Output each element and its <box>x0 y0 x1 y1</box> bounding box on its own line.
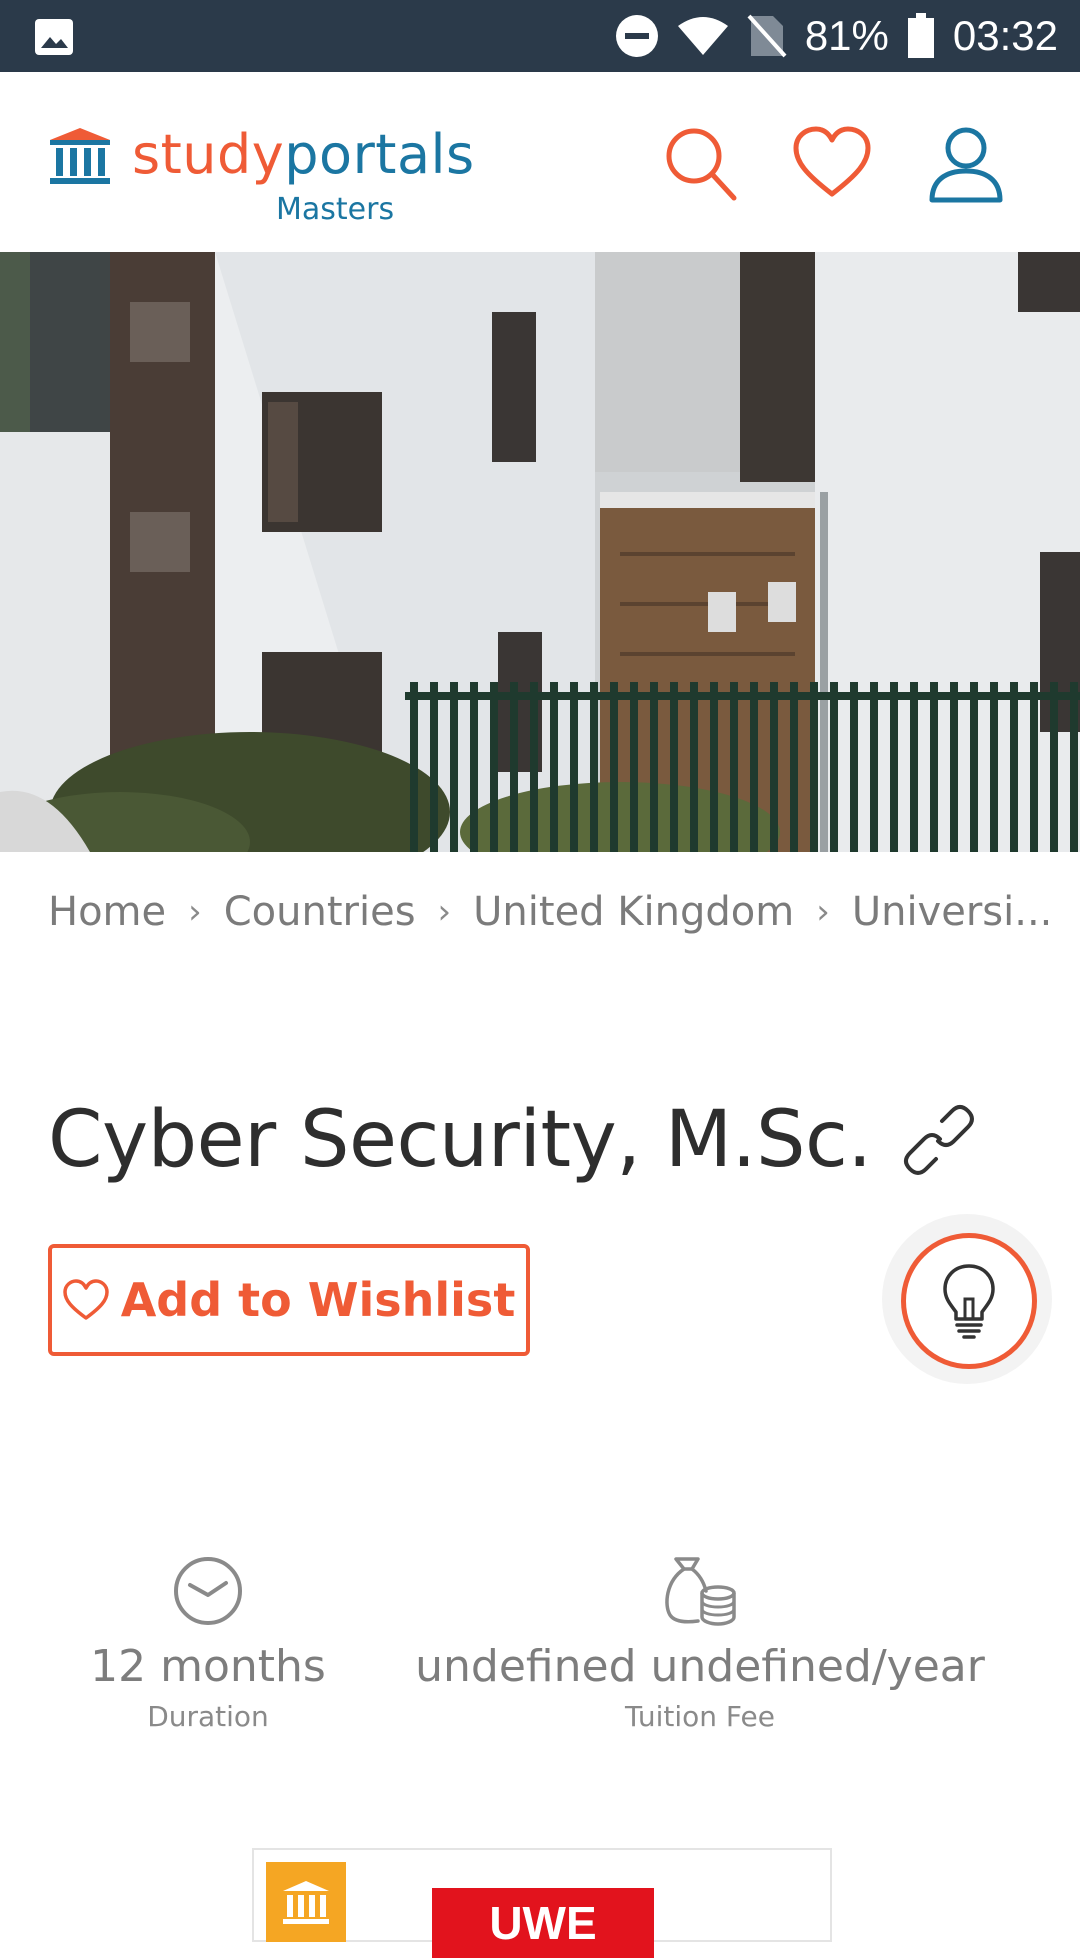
link-icon[interactable] <box>902 1103 976 1177</box>
heart-icon[interactable] <box>792 124 872 204</box>
page-title: Cyber Security, M.Sc. <box>48 1095 872 1185</box>
logo-text-portals: portals <box>284 123 475 186</box>
title-row: Cyber Security, M.Sc. <box>48 1095 976 1185</box>
program-hero-image <box>0 252 1080 852</box>
breadcrumb-university[interactable]: Universi... <box>852 889 1048 935</box>
tuition-fee-label: Tuition Fee <box>625 1700 775 1733</box>
do-not-disturb-icon <box>615 15 658 57</box>
chevron-right-icon: › <box>188 892 202 932</box>
university-card[interactable]: UWE <box>252 1848 832 1958</box>
university-logo: UWE <box>432 1888 654 1958</box>
wishlist-label: Add to Wishlist <box>120 1273 516 1327</box>
heart-outline-icon <box>62 1279 109 1320</box>
tip-button[interactable] <box>882 1214 1052 1384</box>
clock: 03:32 <box>952 12 1058 59</box>
studyportals-logo[interactable]: study portals <box>48 128 475 186</box>
add-to-wishlist-button[interactable]: Add to Wishlist <box>48 1244 530 1356</box>
battery-percentage: 81% <box>804 12 889 59</box>
university-building-icon <box>50 128 110 184</box>
money-bag-icon <box>665 1557 736 1626</box>
no-sim-icon <box>747 14 787 58</box>
tuition-fee-fact: undefined undefined/year Tuition Fee <box>400 1555 1000 1733</box>
duration-label: Duration <box>147 1700 269 1733</box>
battery-icon <box>907 13 934 58</box>
tip-button-inner <box>901 1233 1037 1369</box>
breadcrumb-countries[interactable]: Countries <box>224 889 416 935</box>
breadcrumb-home[interactable]: Home <box>48 889 166 935</box>
breadcrumb: Home › Countries › United Kingdom › Univ… <box>48 882 1048 942</box>
image-notification-icon <box>35 19 73 55</box>
university-building-icon <box>283 1881 329 1924</box>
university-badge <box>266 1862 346 1942</box>
search-icon[interactable] <box>662 124 742 204</box>
app-header: study portals Masters <box>0 72 1080 253</box>
tuition-fee-value: undefined undefined/year <box>415 1641 985 1692</box>
lightbulb-icon <box>943 1264 995 1339</box>
breadcrumb-united-kingdom[interactable]: United Kingdom <box>473 889 794 935</box>
chevron-right-icon: › <box>437 892 452 932</box>
logo-text-study: study <box>132 123 285 186</box>
duration-value: 12 months <box>90 1641 326 1692</box>
chevron-right-icon: › <box>816 892 830 932</box>
logo-subtitle: Masters <box>276 192 395 227</box>
clock-icon <box>174 1557 242 1625</box>
duration-fact: 12 months Duration <box>60 1555 356 1733</box>
status-bar: 81% 03:32 <box>0 0 1080 72</box>
user-account-icon[interactable] <box>926 124 1006 204</box>
wifi-icon <box>677 17 728 55</box>
